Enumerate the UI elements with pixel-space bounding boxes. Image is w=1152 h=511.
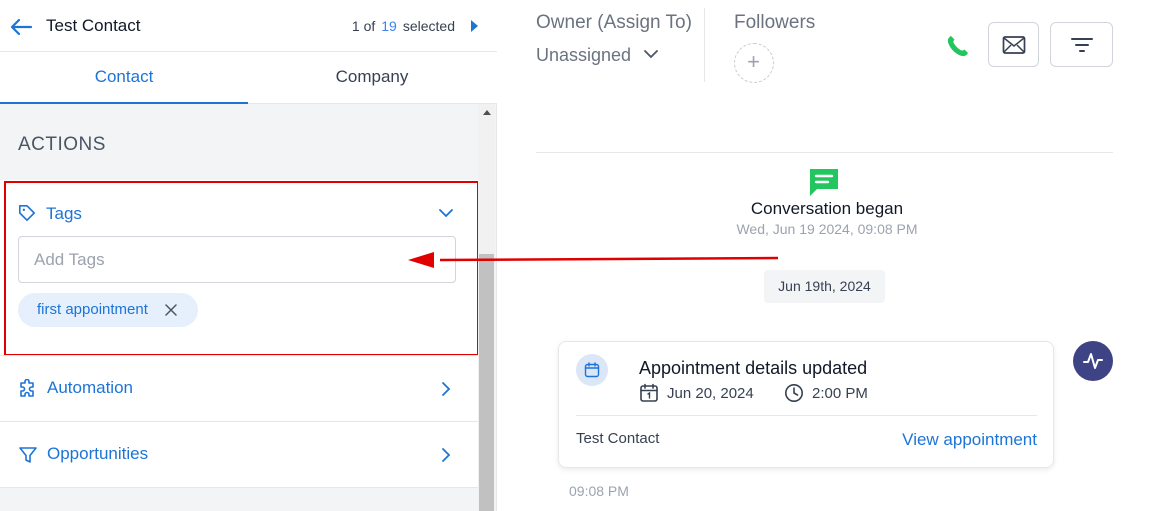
appointment-divider	[576, 415, 1037, 416]
conversation-time-text: Wed, Jun 19 2024, 09:08 PM	[736, 221, 918, 237]
tab-contact[interactable]: Contact	[0, 52, 248, 104]
plus-icon: +	[747, 49, 760, 74]
calendar-icon	[584, 362, 600, 378]
add-tags-input[interactable]	[18, 236, 456, 283]
date-separator: Jun 19th, 2024	[764, 270, 885, 303]
back-arrow-icon[interactable]	[9, 17, 33, 37]
opportunities-label: Opportunities	[47, 444, 149, 463]
appointment-date: Jun 20, 2024	[667, 385, 754, 402]
sidebar-tabs: Contact Company	[0, 52, 497, 104]
tab-company[interactable]: Company	[248, 52, 496, 104]
chevron-right-icon	[442, 382, 451, 396]
chevron-down-icon[interactable]	[644, 48, 658, 60]
phone-icon[interactable]	[945, 33, 971, 59]
pager-prefix: 1 of	[351, 18, 376, 34]
tag-icon	[18, 204, 36, 222]
appointment-title: Appointment details updated	[639, 358, 868, 378]
contact-header: Test Contact 1 of 19 selected	[0, 0, 497, 52]
owner-dropdown[interactable]: Unassigned	[536, 45, 631, 66]
owner-label: Owner (Assign To)	[536, 12, 692, 33]
contact-sidebar: Test Contact 1 of 19 selected Contact Comp…	[0, 0, 497, 511]
scroll-up-icon[interactable]	[483, 110, 491, 115]
sidebar-scrollbar[interactable]	[478, 104, 495, 511]
filter-lines-icon	[1070, 37, 1093, 52]
appointment-time: 2:00 PM	[812, 385, 868, 402]
puzzle-icon	[20, 379, 34, 397]
clock-icon	[785, 384, 803, 402]
sidebar-item-opportunities[interactable]: Opportunities	[0, 421, 478, 487]
add-follower-button[interactable]: +	[734, 43, 774, 83]
mail-icon	[1002, 35, 1025, 54]
next-contact-icon[interactable]	[469, 19, 479, 33]
appointment-badge	[576, 354, 608, 386]
selection-counter: 1 of 19 selected	[352, 18, 455, 34]
scroll-thumb[interactable]	[479, 254, 494, 511]
activity-button[interactable]	[1073, 341, 1113, 381]
pager-total: 19	[381, 18, 397, 34]
email-button[interactable]	[988, 22, 1039, 67]
contact-name: Test Contact	[46, 16, 141, 35]
sidebar-item-automation[interactable]: Automation	[0, 355, 478, 421]
automation-label: Automation	[47, 378, 133, 397]
followers-label: Followers	[734, 12, 816, 33]
appointment-card: Appointment details updated Jun 20, 2024…	[558, 341, 1054, 468]
conversation-began-title: Conversation began	[498, 199, 1152, 219]
chevron-down-icon[interactable]	[439, 207, 453, 219]
message-timestamp: 09:08 PM	[569, 483, 629, 499]
chat-bubble-icon	[810, 169, 838, 196]
chevron-right-icon	[442, 448, 451, 462]
funnel-icon	[19, 447, 37, 463]
appointment-contact: Test Contact	[576, 430, 660, 447]
view-appointment-link[interactable]: View appointment	[902, 430, 1037, 450]
conversation-began-time: Wed, Jun 19 2024, 09:08 PM	[498, 221, 1152, 237]
conversation-panel: Owner (Assign To) Unassigned Followers +…	[498, 0, 1152, 511]
pager-suffix: selected	[402, 18, 455, 34]
header-divider	[704, 8, 705, 82]
calendar-date-icon	[640, 383, 658, 402]
activity-pulse-icon	[1083, 353, 1103, 369]
tag-chip-label: first appointment	[37, 301, 148, 318]
actions-section-title: ACTIONS	[18, 134, 106, 155]
filter-button[interactable]	[1050, 22, 1113, 67]
remove-tag-icon[interactable]	[165, 304, 177, 316]
timeline-divider	[536, 152, 1113, 153]
tag-chip: first appointment	[18, 293, 198, 327]
sidebar-filler	[0, 487, 478, 511]
conversation-title-text: Conversation began	[750, 199, 904, 218]
tags-label[interactable]: Tags	[46, 204, 82, 224]
